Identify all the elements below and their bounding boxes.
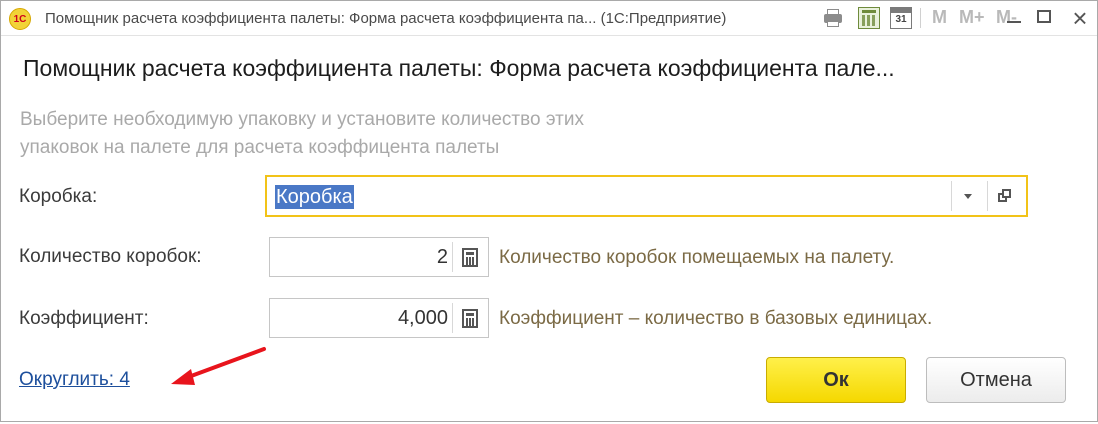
qty-note: Количество коробок помещаемых на палету. [499,247,895,268]
memory-subtract-button[interactable]: M- [996,7,1017,28]
box-value[interactable]: Коробка [275,185,354,209]
maximize-button[interactable] [1037,10,1051,23]
cancel-button[interactable]: Отмена [926,357,1066,403]
calendar-icon[interactable]: 31 [890,7,912,29]
window-title: Помощник расчета коэффициента палеты: Фо… [45,10,727,27]
field-divider [452,242,453,272]
calculator-icon[interactable] [462,248,478,267]
ok-button[interactable]: Ок [766,357,906,403]
memory-store-button[interactable]: M [932,7,947,28]
coef-value[interactable]: 4,000 [398,307,448,330]
chevron-down-icon[interactable] [964,194,972,199]
qty-value[interactable]: 2 [437,246,448,269]
open-item-icon[interactable] [998,189,1012,203]
qty-field[interactable]: 2 [269,237,489,277]
box-label: Коробка: [19,186,98,207]
close-button[interactable]: × [1065,3,1095,33]
hint-line-2: упаковок на палете для расчета коэффицен… [20,137,500,158]
field-divider [452,303,453,333]
toolbar-separator [920,8,921,28]
hint-text: Выберите необходимую упаковку и установи… [20,106,800,162]
dialog-window: 1С Помощник расчета коэффициента палеты:… [0,0,1098,422]
calculator-icon[interactable] [858,7,880,29]
calculator-icon[interactable] [462,309,478,328]
hint-line-1: Выберите необходимую упаковку и установи… [20,109,584,130]
calendar-day: 31 [895,14,907,25]
qty-label: Количество коробок: [19,246,202,267]
box-select-field[interactable]: Коробка [265,175,1028,217]
coef-label: Коэффициент: [19,308,149,329]
round-link[interactable]: Округлить: 4 [19,369,130,391]
red-arrow-annotation [171,347,266,385]
minimize-button[interactable] [1007,21,1021,23]
memory-add-button[interactable]: M+ [959,7,985,28]
title-bar: 1С Помощник расчета коэффициента палеты:… [1,1,1097,36]
app-logo-icon: 1С [9,8,31,30]
print-icon[interactable] [822,7,844,29]
coef-field[interactable]: 4,000 [269,298,489,338]
form-title: Помощник расчета коэффициента палеты: Фо… [23,55,895,81]
field-divider [987,181,988,211]
field-divider [951,181,952,211]
coef-note: Коэффициент – количество в базовых едини… [499,308,933,329]
